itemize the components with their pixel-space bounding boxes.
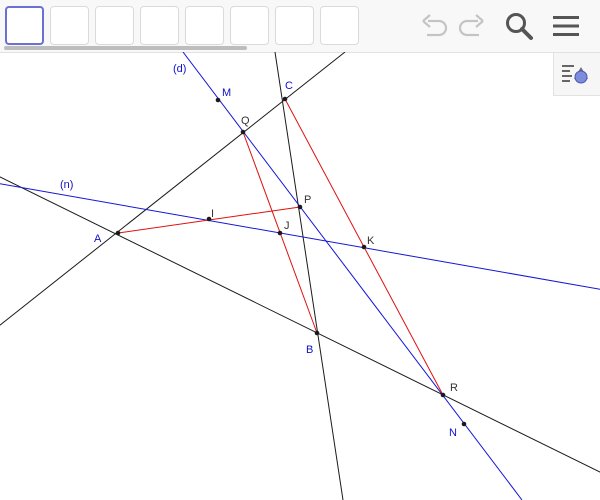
point-j[interactable] [277, 230, 283, 236]
point-q[interactable] [240, 129, 246, 135]
point-m[interactable] [215, 97, 221, 103]
toolbar-scrollbar[interactable] [4, 46, 247, 50]
undo-icon[interactable] [419, 10, 451, 42]
point-r[interactable] [440, 392, 446, 398]
search-icon[interactable] [503, 10, 535, 42]
point-b[interactable] [314, 330, 320, 336]
label-r: R [450, 382, 458, 394]
line-n[interactable] [0, 182, 600, 291]
point-k[interactable] [361, 244, 367, 250]
label-k: K [367, 235, 375, 247]
label-q: Q [241, 115, 250, 127]
line-tool-button[interactable] [95, 6, 134, 45]
point-n[interactable] [461, 421, 467, 427]
polygon-tool-button[interactable] [185, 6, 224, 45]
circle-tool-button[interactable] [230, 6, 269, 45]
point-a[interactable] [115, 230, 121, 236]
angle-tool-button[interactable] [320, 6, 359, 45]
label-i: I [211, 208, 214, 220]
label-n-line: (n) [60, 179, 73, 191]
menu-icon[interactable] [550, 10, 582, 42]
point-c[interactable] [282, 96, 288, 102]
redo-icon[interactable] [455, 10, 487, 42]
label-j: J [284, 220, 290, 232]
line-d[interactable] [182, 52, 523, 500]
label-b: B [306, 344, 313, 356]
label-c: C [285, 80, 293, 92]
label-n-point: N [449, 427, 457, 439]
ellipse-tool-button[interactable] [275, 6, 314, 45]
label-d: (d) [173, 63, 186, 75]
point-tool-button[interactable] [50, 6, 89, 45]
point-p[interactable] [297, 204, 303, 210]
label-a: A [94, 233, 102, 245]
toolbar [0, 0, 600, 53]
perpendicular-tool-button[interactable] [140, 6, 179, 45]
label-p: P [304, 194, 311, 206]
line-bc[interactable] [274, 52, 344, 500]
label-m: M [222, 87, 231, 99]
move-tool-button[interactable] [5, 6, 44, 45]
graphics-view[interactable]: (d) (n) M C Q P I J K A B R N [0, 52, 600, 500]
